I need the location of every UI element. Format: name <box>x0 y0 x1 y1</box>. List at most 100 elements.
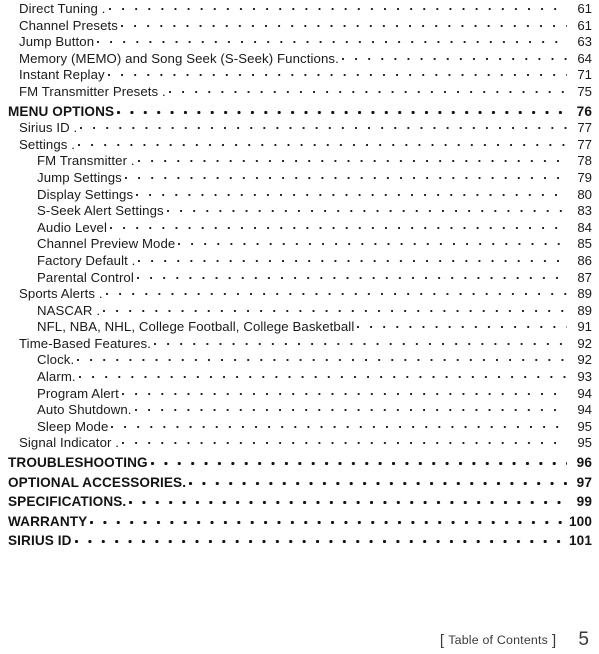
toc-entry-page-number: 61 <box>577 1 592 16</box>
toc-entry-title: Factory Default . <box>37 252 136 268</box>
toc-entry-page-number: 75 <box>577 83 592 99</box>
toc-entry-page-number: 93 <box>577 369 592 385</box>
toc-entry-page-number: 84 <box>577 219 592 235</box>
toc-entry[interactable]: Sirius ID . 77 <box>0 119 599 136</box>
toc-entry[interactable]: Jump Button 63 <box>0 33 599 50</box>
toc-entry[interactable]: Sports Alerts . 89 <box>0 285 599 302</box>
toc-entry-page-number: 76 <box>576 103 592 119</box>
toc-entry[interactable]: NFL, NBA, NHL, College Football, College… <box>0 318 599 335</box>
toc-entry-page-number: 61 <box>577 17 592 33</box>
toc-entry-page-number: 91 <box>577 319 592 335</box>
footer-label-text: Table of Contents <box>448 633 549 647</box>
toc-entry[interactable]: Factory Default . 86 <box>0 252 599 269</box>
bracket-left-icon: [ <box>439 631 445 649</box>
toc-entry-page-number: 94 <box>577 385 592 401</box>
toc-entry-title: Channel Presets <box>19 17 118 33</box>
toc-dot-leader <box>111 418 567 431</box>
toc-entry-page-number: 83 <box>577 203 592 219</box>
toc-dot-leader <box>121 17 567 30</box>
toc-entry-title: Instant Replay <box>19 67 105 83</box>
toc-entry[interactable]: Signal Indicator . 95 <box>0 434 599 451</box>
toc-dot-leader <box>357 318 567 331</box>
toc-entry-title: Sirius ID . <box>19 120 78 136</box>
toc-dot-leader <box>189 474 567 487</box>
toc-entry-title: Parental Control <box>37 269 134 285</box>
toc-entry-title: Signal Indicator . <box>19 435 120 451</box>
toc-entry-title: Jump Button <box>19 34 95 50</box>
toc-dot-leader <box>90 513 566 526</box>
toc-entry-title: OPTIONAL ACCESSORIES. <box>8 474 187 490</box>
toc-dot-leader <box>80 119 567 132</box>
toc-entry-title: S-Seek Alert Settings <box>37 203 164 219</box>
toc-entry[interactable]: FM Transmitter . 78 <box>0 152 599 169</box>
toc-entry-title: Settings . <box>19 136 75 152</box>
toc-entry-title: Program Alert <box>37 385 119 401</box>
toc-entry-title: Alarm. <box>37 369 76 385</box>
toc-entry-page-number: 95 <box>577 435 592 451</box>
toc-dot-leader <box>124 169 567 182</box>
toc-dot-leader <box>117 103 567 116</box>
toc-entry-page-number: 96 <box>576 455 592 471</box>
toc-entry[interactable]: Jump Settings 79 <box>0 169 599 186</box>
toc-entry-page-number: 87 <box>577 269 592 285</box>
toc-entry[interactable]: NASCAR . 89 <box>0 302 599 319</box>
toc-entry[interactable]: Display Settings 80 <box>0 186 599 203</box>
toc-entry[interactable]: Time-Based Features. 92 <box>0 335 599 352</box>
toc-entry[interactable]: Direct Tuning . 61 <box>0 0 599 17</box>
toc-entry[interactable]: Clock. 92 <box>0 351 599 368</box>
toc-entry-title: Channel Preview Mode <box>37 236 176 252</box>
page-number: 5 <box>578 629 589 650</box>
toc-dot-leader <box>97 33 567 46</box>
toc-entry-title: Sleep Mode <box>37 418 109 434</box>
toc-entry-page-number: 92 <box>577 352 592 368</box>
toc-entry[interactable]: TROUBLESHOOTING 96 <box>0 454 599 471</box>
toc-entry-page-number: 79 <box>577 169 592 185</box>
toc-entry[interactable]: Sleep Mode 95 <box>0 418 599 435</box>
toc-entry-title: TROUBLESHOOTING <box>8 455 148 471</box>
toc-dot-leader <box>153 335 567 348</box>
toc-dot-leader <box>137 152 567 165</box>
toc-dot-leader <box>110 219 567 232</box>
toc-entry-page-number: 89 <box>577 286 592 302</box>
toc-entry[interactable]: MENU OPTIONS 76 <box>0 103 599 120</box>
table-of-contents-footer-label[interactable]: [ Table of Contents ] <box>440 633 557 648</box>
toc-entry[interactable]: Program Alert 94 <box>0 385 599 402</box>
toc-dot-leader <box>168 83 567 96</box>
toc-entry[interactable]: S-Seek Alert Settings 83 <box>0 202 599 219</box>
toc-entry-page-number: 80 <box>577 186 592 202</box>
toc-dot-leader <box>166 202 567 215</box>
toc-entry-page-number: 86 <box>577 252 592 268</box>
toc-dot-leader <box>108 0 567 13</box>
toc-entry[interactable]: Alarm. 93 <box>0 368 599 385</box>
toc-dot-leader <box>134 401 567 414</box>
toc-entry[interactable]: OPTIONAL ACCESSORIES. 97 <box>0 474 599 491</box>
toc-entry-title: Memory (MEMO) and Song Seek (S-Seek) Fun… <box>19 50 339 66</box>
toc-entry[interactable]: Settings . 77 <box>0 136 599 153</box>
toc-entry[interactable]: Instant Replay 71 <box>0 66 599 83</box>
toc-entry-page-number: 71 <box>577 67 592 83</box>
toc-entry[interactable]: Auto Shutdown. 94 <box>0 401 599 418</box>
toc-entry-title: SPECIFICATIONS. <box>8 494 127 510</box>
toc-entry[interactable]: Channel Presets 61 <box>0 17 599 34</box>
toc-entry[interactable]: Memory (MEMO) and Song Seek (S-Seek) Fun… <box>0 50 599 67</box>
toc-entry[interactable]: SPECIFICATIONS. 99 <box>0 493 599 510</box>
toc-dot-leader <box>136 269 567 282</box>
toc-entry-page-number: 77 <box>577 136 592 152</box>
toc-entry[interactable]: Audio Level 84 <box>0 219 599 236</box>
toc-dot-leader <box>150 454 567 467</box>
toc-dot-leader <box>105 285 567 298</box>
toc-entry-page-number: 85 <box>577 236 592 252</box>
toc-entry-title: FM Transmitter Presets . <box>19 83 166 99</box>
toc-entry-title: Sports Alerts . <box>19 286 103 302</box>
toc-entry-page-number: 99 <box>576 494 592 510</box>
toc-entry[interactable]: Channel Preview Mode 85 <box>0 235 599 252</box>
toc-entry-page-number: 95 <box>577 418 592 434</box>
toc-entry-page-number: 77 <box>577 120 592 136</box>
toc-entry[interactable]: FM Transmitter Presets . 75 <box>0 83 599 100</box>
toc-entry[interactable]: WARRANTY 100 <box>0 513 599 530</box>
toc-entry-title: Audio Level <box>37 219 108 235</box>
toc-entry[interactable]: Parental Control 87 <box>0 269 599 286</box>
toc-dot-leader <box>78 368 567 381</box>
toc-entry-title: Time-Based Features. <box>19 335 151 351</box>
toc-entry[interactable]: SIRIUS ID 101 <box>0 532 599 549</box>
